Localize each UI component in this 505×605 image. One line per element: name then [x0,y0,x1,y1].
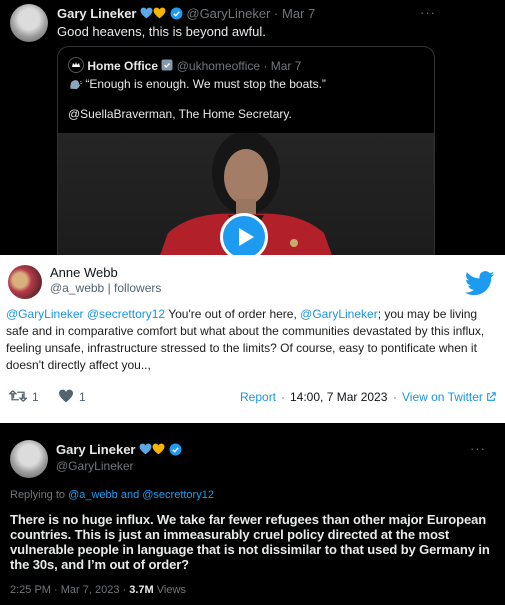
heart-icon [152,443,165,458]
retweet-icon[interactable] [8,389,28,406]
quote-author-name[interactable]: Home Office [87,59,158,73]
quote-date[interactable]: Mar 7 [271,59,302,73]
view-on-twitter-label: View on Twitter [402,390,483,404]
more-options-icon[interactable]: ··· [470,441,486,456]
replying-users[interactable]: @a_webb and @secrettory12 [68,489,214,501]
quote-header: Home Office @ukhomeoffice · Mar 7 [68,57,301,74]
play-icon [239,228,254,246]
quote-text-line2: @SuellaBraverman, The Home Secretary. [68,107,292,121]
replying-prefix: Replying to [10,489,69,501]
like-icon[interactable] [58,389,74,406]
crown-icon [68,57,84,73]
heart-icon [140,7,153,22]
card-author-name[interactable]: Anne Webb [50,265,118,280]
card-body: @GaryLineker @secrettory12 You're out of… [6,306,494,374]
tweet-top: Gary Lineker @GaryLineker · Mar 7 ··· Go… [0,0,505,278]
more-options-icon[interactable]: ··· [420,5,436,20]
tweet-text: Good heavens, this is beyond awful. [57,24,266,39]
author-handle[interactable]: @GaryLineker [186,6,270,21]
card-timestamp[interactable]: 14:00, 7 Mar 2023 [290,390,387,404]
play-button[interactable] [220,213,268,261]
replying-to: Replying to @a_webb and @secrettory12 [10,489,214,501]
reply-meta: 2:25 PM · Mar 7, 2023 · 3.7M Views [10,584,186,596]
card-footer: 1 1 Report · 14:00, 7 Mar 2023 · View on… [0,389,505,409]
quote-text-line1: “Enough is enough. We must stop the boat… [85,77,326,91]
verified-icon [169,443,182,459]
reply-tweet: Gary Lineker @GaryLineker ··· Replying t… [0,423,505,605]
speaking-head-icon [68,77,85,91]
heart-icon [139,443,152,458]
card-mentions[interactable]: @GaryLineker @secrettory12 [6,307,165,321]
report-link[interactable]: Report [240,390,276,404]
view-on-twitter-link[interactable]: View on Twitter [402,390,496,404]
avatar[interactable] [10,4,48,42]
avatar[interactable] [10,440,48,478]
card-body-text1: You're out of order here, [165,307,301,321]
card-author-handle[interactable]: @a_webb [50,281,104,295]
verified-icon [170,7,183,23]
followers-label[interactable]: followers [114,281,161,295]
tweet-date[interactable]: Mar 7 [282,6,315,21]
views-label: Views [153,584,186,596]
avatar[interactable] [8,265,42,299]
external-link-icon [487,392,496,401]
reply-time[interactable]: 2:25 PM · Mar 7, 2023 · [10,584,129,596]
verified-gov-icon [161,59,173,74]
reply-header: Gary Lineker [56,442,182,459]
quote-line1: “Enough is enough. We must stop the boat… [68,77,326,91]
quote-tweet[interactable]: Home Office @ukhomeoffice · Mar 7 “Enoug… [57,46,435,278]
card-author-meta: @a_webb | followers [50,281,162,295]
embedded-tweet-card: Anne Webb @a_webb | followers @GaryLinek… [0,255,505,423]
reply-text: There is no huge influx. We take far few… [10,512,490,572]
tweet-header: Gary Lineker @GaryLineker · Mar 7 [57,6,316,23]
card-mention2[interactable]: @GaryLineker [300,307,378,321]
retweet-count: 1 [32,390,39,404]
reply-author-handle[interactable]: @GaryLineker [56,459,134,473]
twitter-bird-icon[interactable] [465,271,495,296]
reply-author-name[interactable]: Gary Lineker [56,442,136,457]
views-count: 3.7M [129,584,154,596]
quote-author-handle[interactable]: @ukhomeoffice [177,59,260,73]
heart-icon [153,7,166,22]
author-name[interactable]: Gary Lineker [57,6,137,21]
like-count: 1 [79,390,86,404]
